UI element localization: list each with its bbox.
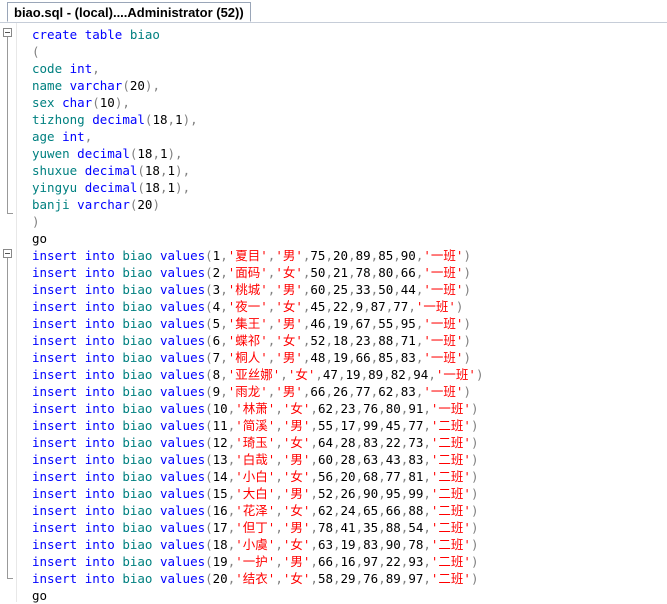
code-line: sex char(10),: [32, 95, 130, 110]
code-line: insert into biao values(16,'花泽','女',62,2…: [32, 503, 479, 518]
code-line: insert into biao values(2,'面码','女',50,21…: [32, 265, 471, 280]
fold-gutter: [0, 23, 16, 602]
code-line: insert into biao values(14,'小白','女',56,2…: [32, 469, 479, 484]
code-line: insert into biao values(13,'白哉','男',60,2…: [32, 452, 479, 467]
code-line: insert into biao values(1,'夏目','男',75,20…: [32, 248, 471, 263]
code-line: insert into biao values(8,'亚丝娜','女',47,1…: [32, 367, 484, 382]
gutter-separator: [16, 23, 17, 602]
code-line: insert into biao values(19,'一护','男',66,1…: [32, 554, 479, 569]
code-line: shuxue decimal(18,1),: [32, 163, 191, 178]
code-line: yingyu decimal(18,1),: [32, 180, 191, 195]
code-line: insert into biao values(20,'结衣','女',58,2…: [32, 571, 479, 586]
code-line: insert into biao values(17,'但丁','男',78,4…: [32, 520, 479, 535]
code-line: insert into biao values(12,'琦玉','女',64,2…: [32, 435, 479, 450]
code-line: banji varchar(20): [32, 197, 160, 212]
code-line: insert into biao values(9,'雨龙','男',66,26…: [32, 384, 471, 399]
code-line: ): [32, 214, 40, 229]
code-line: go: [32, 588, 48, 603]
code-line: tizhong decimal(18,1),: [32, 112, 198, 127]
fold-end-marker: [7, 578, 13, 579]
code-line: insert into biao values(3,'桃城','男',60,25…: [32, 282, 471, 297]
code-line: age int,: [32, 129, 93, 144]
code-line: create table biao: [32, 27, 160, 42]
code-line: insert into biao values(5,'集王','男',46,19…: [32, 316, 471, 331]
query-tab[interactable]: biao.sql - (local)....Administrator (52)…: [7, 2, 251, 22]
code-line: insert into biao values(10,'林萧','女',62,2…: [32, 401, 479, 416]
sql-editor[interactable]: create table biao ( code int, name varchar(…: [0, 23, 667, 603]
fold-guide: [7, 37, 8, 213]
code-line: insert into biao values(15,'大白','男',52,2…: [32, 486, 479, 501]
code-line: insert into biao values(7,'桐人','男',48,19…: [32, 350, 471, 365]
code-line: insert into biao values(11,'简溪','男',55,1…: [32, 418, 479, 433]
code-line: insert into biao values(4,'夜一','女',45,22…: [32, 299, 464, 314]
document-tab-bar: biao.sql - (local)....Administrator (52)…: [0, 0, 667, 23]
code-line: insert into biao values(6,'蝶祁','女',52,18…: [32, 333, 471, 348]
fold-end-marker: [7, 213, 13, 214]
code-line: yuwen decimal(18,1),: [32, 146, 183, 161]
code-line: code int,: [32, 61, 100, 76]
code-line: insert into biao values(18,'小虞','女',63,1…: [32, 537, 479, 552]
collapse-icon[interactable]: [3, 28, 12, 37]
collapse-icon[interactable]: [3, 249, 12, 258]
code-line: go: [32, 231, 48, 246]
code-line: (: [32, 44, 40, 59]
fold-guide: [7, 258, 8, 578]
code-line: name varchar(20),: [32, 78, 160, 93]
